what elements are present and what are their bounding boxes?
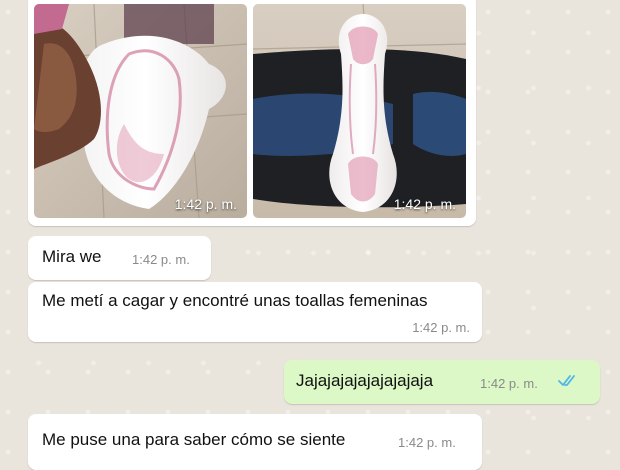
- photo-1-timestamp: 1:42 p. m.: [174, 196, 237, 212]
- photo-1[interactable]: 1:42 p. m.: [34, 4, 247, 218]
- message-text: Jajajajajajajajajaja: [296, 371, 434, 390]
- photo-2-timestamp: 1:42 p. m.: [393, 196, 456, 212]
- photo-2[interactable]: 1:42 p. m.: [253, 4, 466, 218]
- message-timestamp: 1:42 p. m.: [398, 435, 456, 450]
- message-bubble-incoming[interactable]: Mira we 1:42 p. m.: [28, 236, 211, 280]
- message-bubble-incoming[interactable]: Me puse una para saber cómo se siente 1:…: [28, 414, 482, 470]
- message-timestamp: 1:42 p. m.: [412, 320, 470, 335]
- message-bubble-incoming[interactable]: Me metí a cagar y encontré unas toallas …: [28, 282, 482, 342]
- message-timestamp: 1:42 p. m.: [480, 376, 538, 391]
- photo-1-image: [34, 4, 247, 218]
- photo-2-image: [253, 4, 466, 218]
- photo-message-bubble[interactable]: 1:42 p. m. 1:42 p. m.: [28, 0, 476, 226]
- message-timestamp: 1:42 p. m.: [132, 252, 190, 267]
- message-text: Mira we: [42, 247, 102, 266]
- double-check-read-icon: [558, 373, 576, 392]
- message-text: Me metí a cagar y encontré unas toallas …: [42, 291, 428, 310]
- message-text: Me puse una para saber cómo se siente: [42, 430, 346, 449]
- message-bubble-outgoing[interactable]: Jajajajajajajajajaja 1:42 p. m.: [284, 360, 600, 404]
